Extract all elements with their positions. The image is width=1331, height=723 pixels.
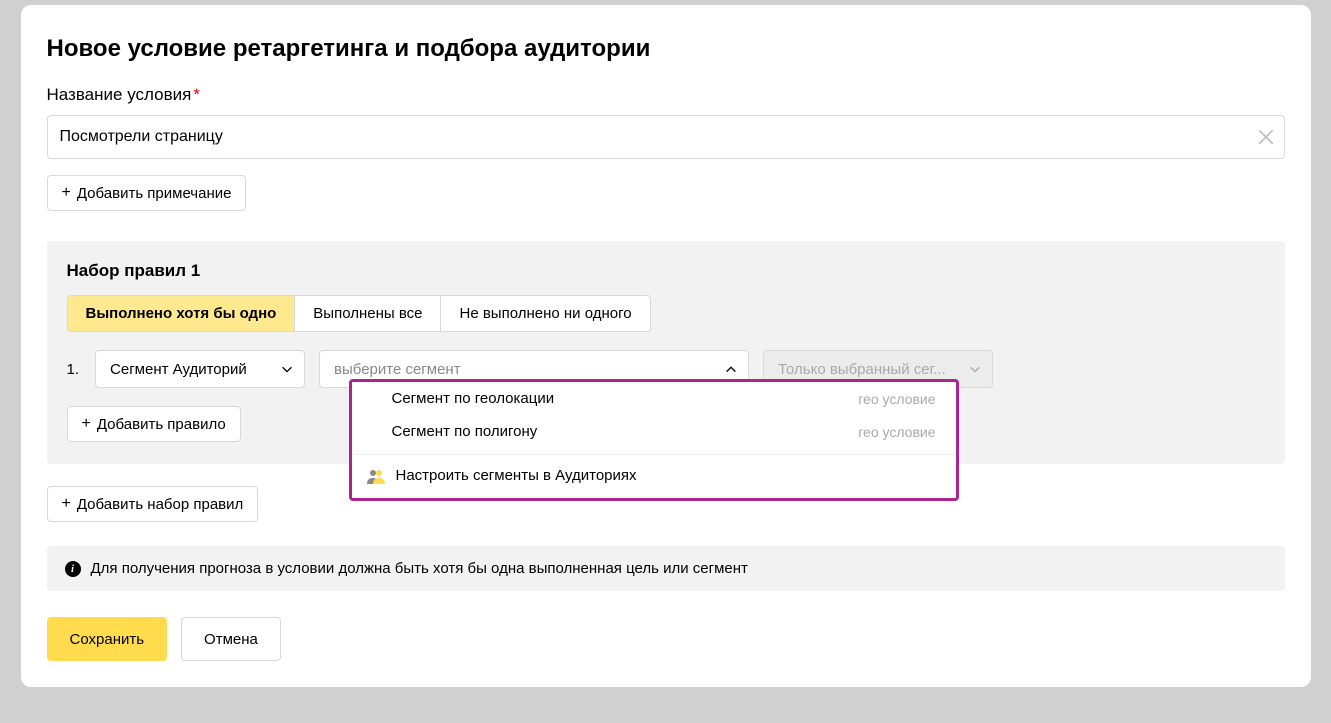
dropdown-option-polygon[interactable]: Сегмент по полигону гео условие bbox=[352, 415, 956, 448]
rule-mode-group: Выполнено хотя бы одно Выполнены все Не … bbox=[67, 295, 651, 332]
required-star: * bbox=[193, 85, 200, 104]
rule-type-select[interactable]: Сегмент Аудиторий bbox=[95, 350, 305, 388]
modal-title: Новое условие ретаргетинга и подбора ауд… bbox=[47, 35, 1285, 63]
mode-none-button[interactable]: Не выполнено ни одного bbox=[441, 296, 649, 331]
cancel-button[interactable]: Отмена bbox=[181, 617, 281, 661]
info-bar: i Для получения прогноза в условии должн… bbox=[47, 546, 1285, 591]
people-icon bbox=[366, 468, 386, 484]
plus-icon: + bbox=[62, 185, 71, 201]
name-input-wrap bbox=[47, 115, 1285, 159]
plus-icon: + bbox=[62, 496, 71, 512]
clear-input-icon[interactable] bbox=[1257, 128, 1275, 146]
info-icon: i bbox=[65, 561, 81, 577]
ruleset-title: Набор правил 1 bbox=[67, 261, 1265, 281]
condition-name-input[interactable] bbox=[47, 115, 1285, 159]
configure-audiences-link[interactable]: Настроить сегменты в Аудиториях bbox=[352, 455, 956, 498]
dropdown-option-geo[interactable]: Сегмент по геолокации гео условие bbox=[352, 382, 956, 415]
save-button[interactable]: Сохранить bbox=[47, 617, 168, 661]
add-note-button[interactable]: + Добавить примечание bbox=[47, 175, 247, 211]
info-text: Для получения прогноза в условии должна … bbox=[91, 560, 748, 577]
name-field-label: Название условия* bbox=[47, 85, 1285, 105]
retargeting-condition-modal: Новое условие ретаргетинга и подбора ауд… bbox=[21, 5, 1311, 687]
add-rule-button[interactable]: + Добавить правило bbox=[67, 406, 241, 442]
chevron-down-icon bbox=[280, 362, 294, 376]
modal-actions: Сохранить Отмена bbox=[47, 617, 1285, 661]
segment-dropdown: Сегмент по геолокации гео условие Сегмен… bbox=[349, 379, 959, 501]
chevron-up-icon bbox=[724, 362, 738, 376]
plus-icon: + bbox=[82, 416, 91, 432]
chevron-down-icon bbox=[968, 362, 982, 376]
add-ruleset-button[interactable]: + Добавить набор правил bbox=[47, 486, 259, 522]
ruleset-panel: Набор правил 1 Выполнено хотя бы одно Вы… bbox=[47, 241, 1285, 464]
mode-all-button[interactable]: Выполнены все bbox=[295, 296, 441, 331]
mode-any-button[interactable]: Выполнено хотя бы одно bbox=[68, 296, 296, 331]
rule-number: 1. bbox=[67, 361, 80, 378]
